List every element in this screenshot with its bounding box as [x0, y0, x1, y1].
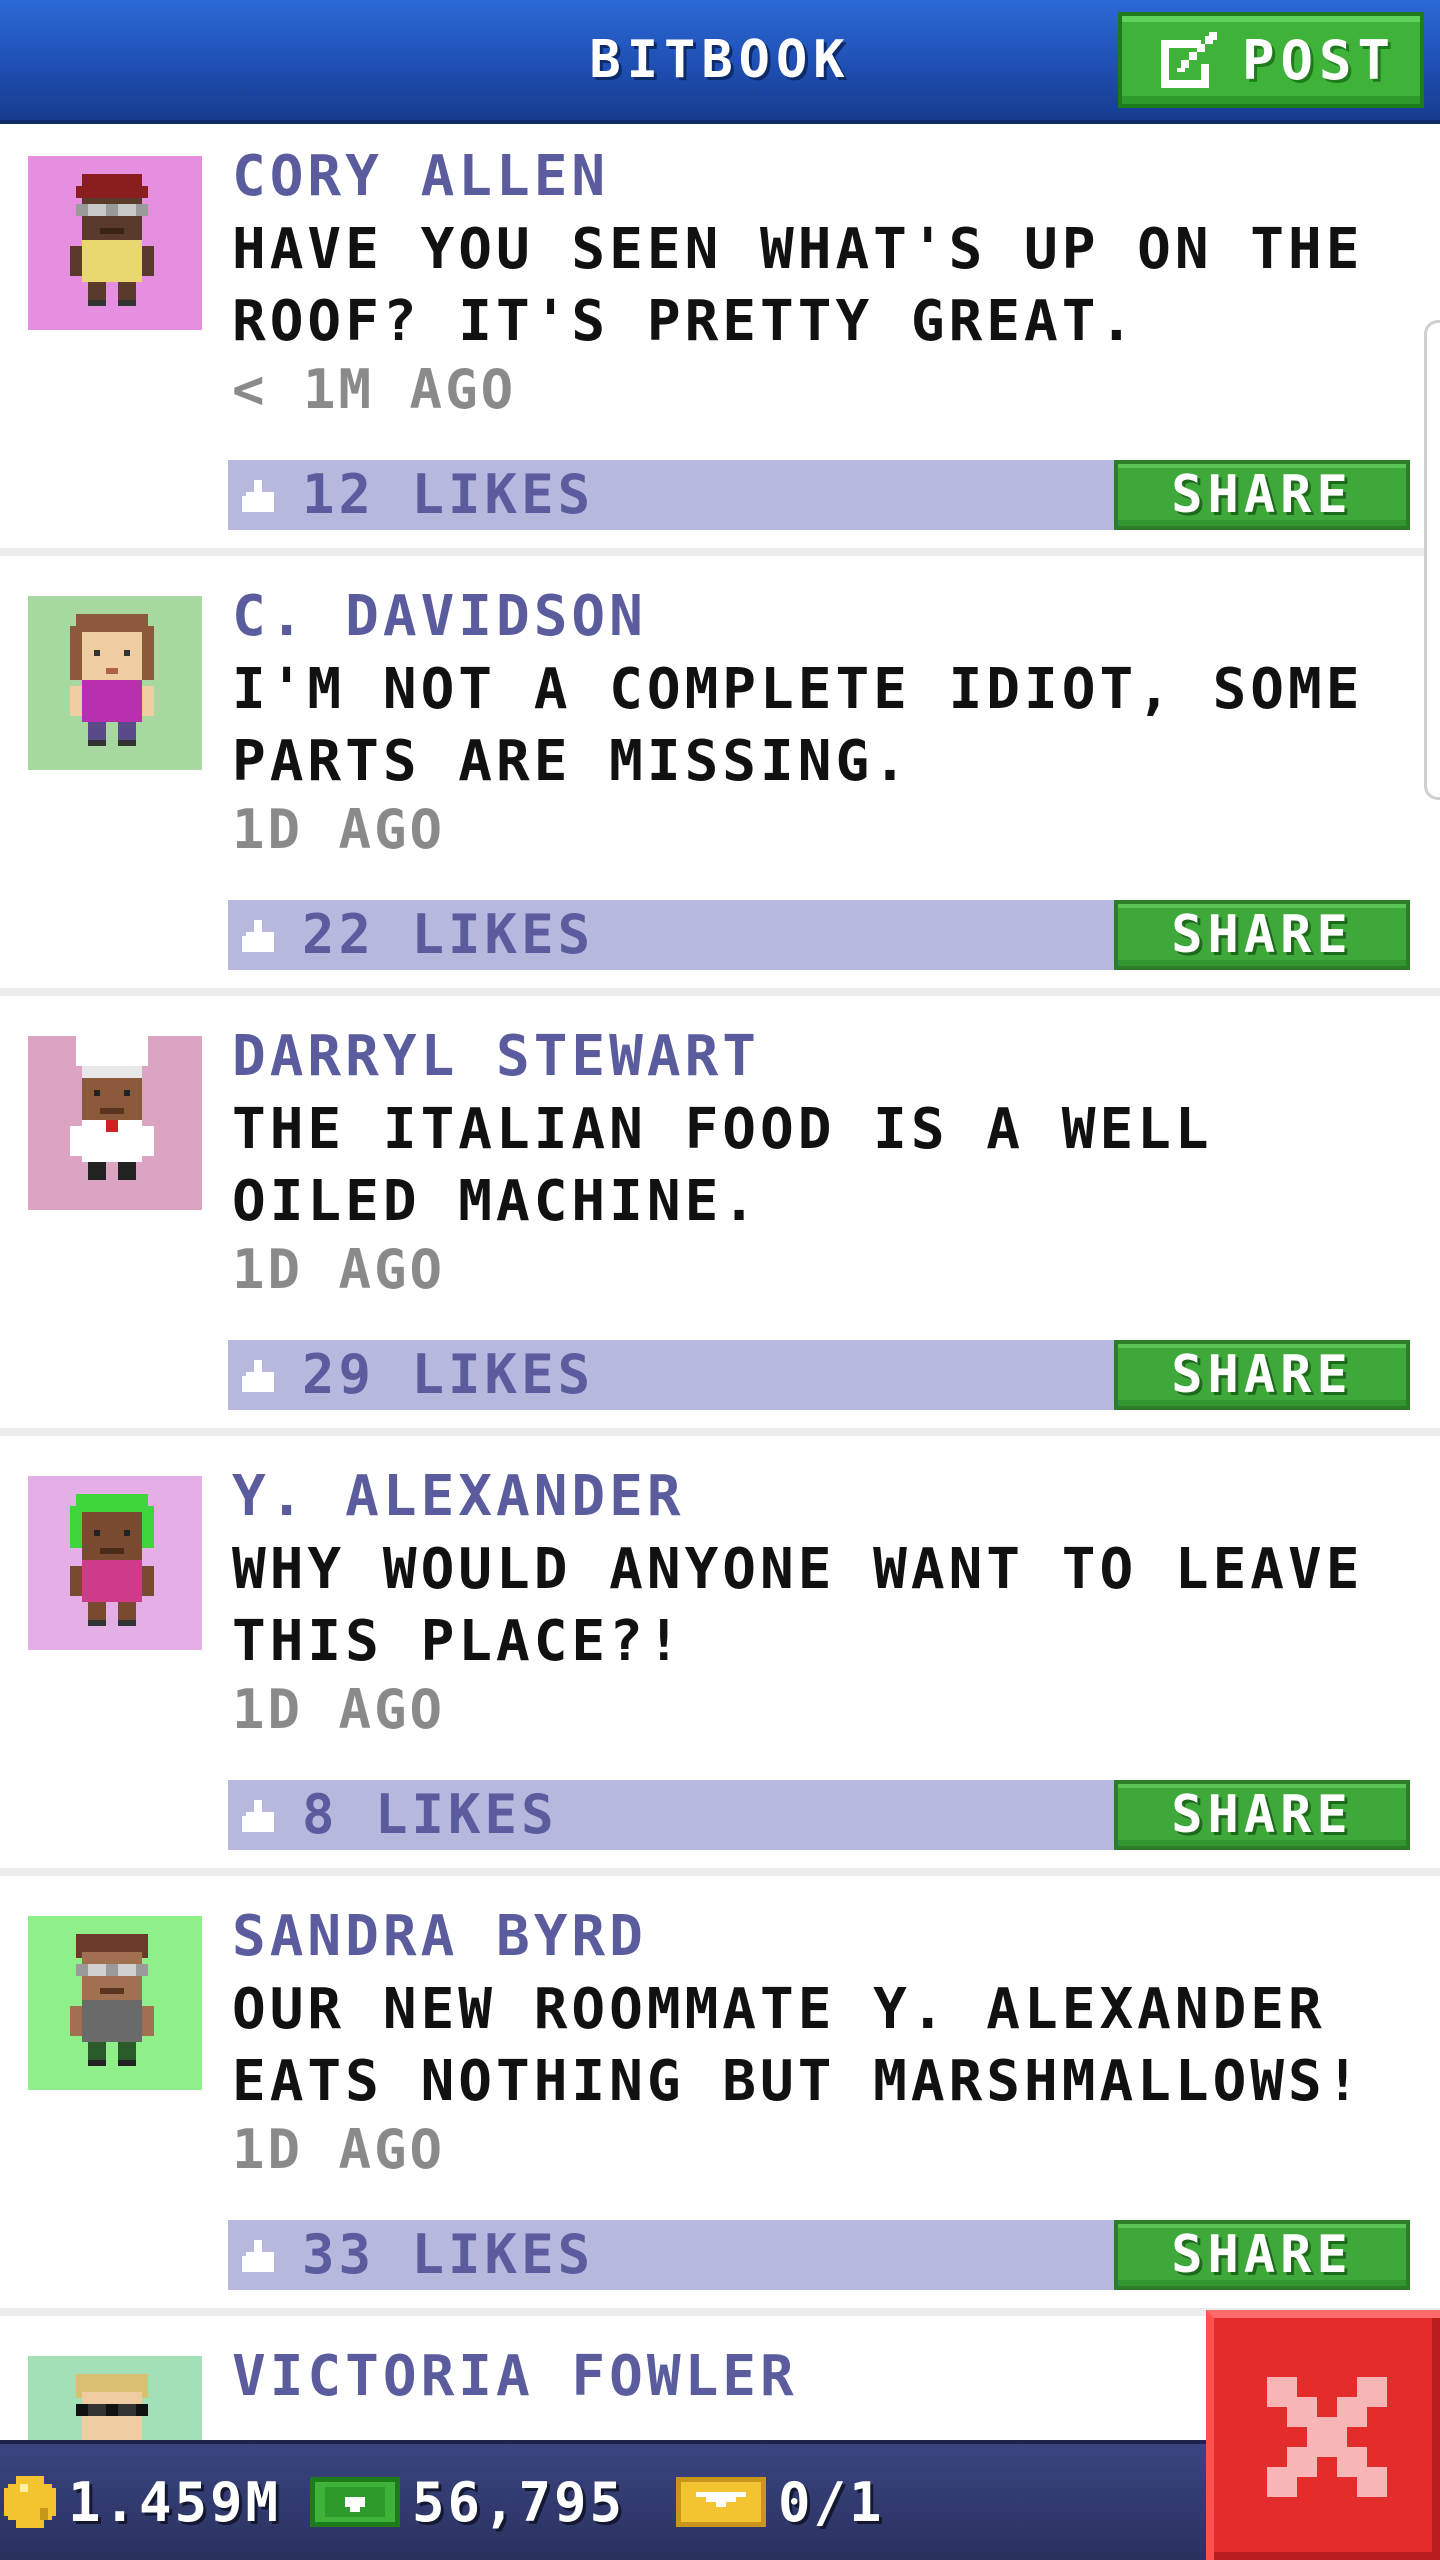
- post-button-label: POST: [1242, 28, 1397, 92]
- thumbs-up-icon[interactable]: [242, 2240, 278, 2276]
- app-header: BITBOOK POST: [0, 0, 1440, 124]
- likes-count: 33 LIKES: [302, 2223, 595, 2286]
- thumbs-up-icon[interactable]: [242, 480, 278, 516]
- likes-count: 29 LIKES: [302, 1343, 595, 1406]
- share-button[interactable]: SHARE: [1114, 1340, 1410, 1410]
- post-author[interactable]: DARRYL STEWART: [232, 1024, 760, 1089]
- avatar[interactable]: [28, 596, 202, 770]
- feed-post: SANDRA BYRD OUR NEW ROOMMATE Y. ALEXANDE…: [0, 1884, 1440, 2316]
- post-text: OUR NEW ROOMMATE Y. ALEXANDER EATS NOTHI…: [232, 1977, 1364, 2114]
- thumbs-up-icon[interactable]: [242, 1360, 278, 1396]
- post-button[interactable]: POST: [1118, 12, 1424, 108]
- likes-count: 22 LIKES: [302, 903, 595, 966]
- close-button[interactable]: [1206, 2310, 1440, 2560]
- tickets-value: 0/1: [778, 2470, 885, 2534]
- edit-icon: [1154, 25, 1224, 95]
- post-timestamp: < 1M AGO: [232, 358, 517, 421]
- avatar[interactable]: [28, 1916, 202, 2090]
- tickets-stat: 0/1: [676, 2444, 885, 2560]
- feed-post: DARRYL STEWART THE ITALIAN FOOD IS A WEL…: [0, 1004, 1440, 1436]
- share-button[interactable]: SHARE: [1114, 460, 1410, 530]
- bux-stat: 56,795: [310, 2444, 625, 2560]
- post-divider: [0, 1428, 1440, 1436]
- bux-value: 56,795: [412, 2470, 626, 2534]
- post-divider: [0, 548, 1440, 556]
- likes-count: 12 LIKES: [302, 463, 595, 526]
- post-text: THE ITALIAN FOOD IS A WELL OILED MACHINE…: [232, 1097, 1213, 1234]
- post-author[interactable]: C. DAVIDSON: [232, 584, 647, 649]
- avatar[interactable]: [28, 1036, 202, 1210]
- post-timestamp: 1D AGO: [232, 1678, 446, 1741]
- likes-bar: 12 LIKES SHARE: [228, 460, 1410, 530]
- likes-bar: 33 LIKES SHARE: [228, 2220, 1410, 2290]
- post-author[interactable]: CORY ALLEN: [232, 144, 609, 209]
- avatar[interactable]: [28, 2356, 202, 2440]
- post-timestamp: 1D AGO: [232, 798, 446, 861]
- feed-post: CORY ALLEN HAVE YOU SEEN WHAT'S UP ON TH…: [0, 124, 1440, 556]
- likes-bar: 8 LIKES SHARE: [228, 1780, 1410, 1850]
- thumbs-up-icon[interactable]: [242, 1800, 278, 1836]
- bux-icon: [310, 2472, 400, 2532]
- share-button[interactable]: SHARE: [1114, 1780, 1410, 1850]
- likes-bar: 29 LIKES SHARE: [228, 1340, 1410, 1410]
- post-text: WHY WOULD ANYONE WANT TO LEAVE THIS PLAC…: [232, 1537, 1364, 1674]
- share-button[interactable]: SHARE: [1114, 900, 1410, 970]
- post-divider: [0, 988, 1440, 996]
- post-text: I'M NOT A COMPLETE IDIOT, SOME PARTS ARE…: [232, 657, 1364, 794]
- post-timestamp: 1D AGO: [232, 2118, 446, 2181]
- scroll-handle[interactable]: [1424, 320, 1440, 800]
- share-button[interactable]: SHARE: [1114, 2220, 1410, 2290]
- post-author[interactable]: SANDRA BYRD: [232, 1904, 647, 1969]
- ticket-icon: [676, 2472, 766, 2532]
- post-author[interactable]: Y. ALEXANDER: [232, 1464, 685, 1529]
- coins-value: 1.459M: [68, 2470, 282, 2534]
- post-author[interactable]: VICTORIA FOWLER: [232, 2344, 798, 2409]
- post-divider: [0, 1868, 1440, 1876]
- post-timestamp: 1D AGO: [232, 1238, 446, 1301]
- coins-stat: 1.459M: [4, 2444, 281, 2560]
- likes-bar: 22 LIKES SHARE: [228, 900, 1410, 970]
- post-text: HAVE YOU SEEN WHAT'S UP ON THE ROOF? IT'…: [232, 217, 1364, 354]
- feed-post: C. DAVIDSON I'M NOT A COMPLETE IDIOT, SO…: [0, 564, 1440, 996]
- feed-post: Y. ALEXANDER WHY WOULD ANYONE WANT TO LE…: [0, 1444, 1440, 1876]
- thumbs-up-icon[interactable]: [242, 920, 278, 956]
- close-icon: [1267, 2377, 1387, 2501]
- avatar[interactable]: [28, 156, 202, 330]
- likes-count: 8 LIKES: [302, 1783, 558, 1846]
- coin-icon: [4, 2476, 56, 2528]
- avatar[interactable]: [28, 1476, 202, 1650]
